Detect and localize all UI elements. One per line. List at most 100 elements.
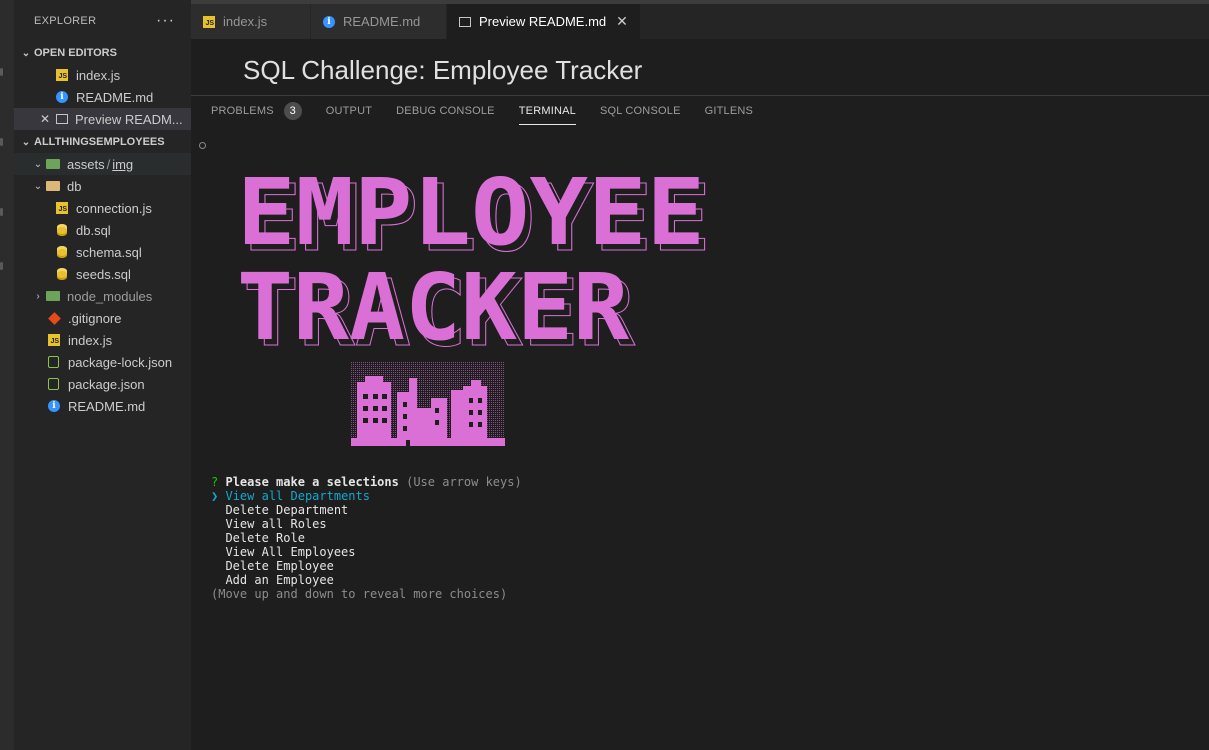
tab-readme[interactable]: i README.md [311,4,447,39]
tab-debug-console[interactable]: DEBUG CONSOLE [396,96,495,126]
tab-label: index.js [223,14,268,29]
tab-problems[interactable]: PROBLEMS 3 [211,96,302,126]
open-editor-label: index.js [76,67,121,83]
banner-line-1: EMPLOYEE [237,164,705,266]
tab-label: DEBUG CONSOLE [396,105,495,117]
bottom-panel: PROBLEMS 3 OUTPUT DEBUG CONSOLE TERMINAL… [191,95,1209,750]
problems-count-badge: 3 [283,102,302,120]
chevron-down-icon: ⌄ [33,180,43,192]
explorer-header: EXPLORER ··· [14,0,191,42]
tab-label: README.md [343,14,421,29]
file-label: package.json [68,376,145,392]
file-label: README.md [68,398,146,414]
selection-pointer: ❯ [211,489,219,503]
file-label: .gitignore [68,310,122,326]
open-editors-section[interactable]: ⌄ OPEN EDITORS [14,42,191,64]
close-icon[interactable]: ✕ [616,13,628,30]
chevron-down-icon: ⌄ [21,136,31,148]
file-index-js[interactable]: JS index.js [14,329,191,351]
database-icon [57,246,67,258]
tab-label: Preview README.md [479,14,607,29]
javascript-file-icon: JS [48,334,60,346]
editor-tabs: JS index.js i README.md Preview README.m… [191,4,1209,39]
info-file-icon: i [56,91,68,103]
file-package-json[interactable]: package.json [14,373,191,395]
javascript-file-icon: JS [56,69,68,81]
menu-choice[interactable]: Delete Role [225,531,304,545]
open-editor-label: Preview READM... [75,111,183,127]
open-editor-item-readme[interactable]: i README.md [14,86,191,108]
file-readme-md[interactable]: i README.md [14,395,191,417]
chevron-down-icon: ⌄ [33,158,43,170]
menu-footer-hint: (Move up and down to reveal more choices… [211,587,508,601]
file-db-sql[interactable]: db.sql [14,219,191,241]
file-schema-sql[interactable]: schema.sql [14,241,191,263]
tab-label: GITLENS [704,105,754,117]
tab-preview-readme[interactable]: Preview README.md ✕ [447,4,641,39]
info-file-icon: i [323,15,335,28]
file-label: index.js [68,332,113,348]
tab-output[interactable]: OUTPUT [326,96,372,126]
menu-choice[interactable]: View all Roles [225,517,326,531]
markdown-preview: SQL Challenge: Employee Tracker [191,39,1209,95]
project-heading: ALLTHINGSEMPLOYEES [34,136,165,148]
employee-tracker-banner: EMPLOYEE EMPLOYEE TRACKER TRACKER [237,164,712,354]
folder-db[interactable]: ⌄ db [14,175,191,197]
more-actions-icon[interactable]: ··· [156,12,175,30]
chevron-down-icon: ⌄ [21,47,31,59]
project-section[interactable]: ⌄ ALLTHINGSEMPLOYEES [14,131,191,153]
javascript-file-icon: JS [203,15,215,28]
open-editor-label: README.md [76,89,154,105]
folder-open-icon [46,159,60,169]
file-connection-js[interactable]: JS connection.js [14,197,191,219]
file-seeds-sql[interactable]: seeds.sql [14,263,191,285]
menu-choice[interactable]: Delete Department [225,503,348,517]
file-label: db.sql [76,222,111,238]
explorer-sidebar: EXPLORER ··· ⌄ OPEN EDITORS JS index.js … [14,0,191,750]
tab-terminal[interactable]: TERMINAL [518,96,577,126]
file-gitignore[interactable]: .gitignore [14,307,191,329]
database-icon [57,224,67,236]
tab-sql-console[interactable]: SQL CONSOLE [600,96,681,126]
info-file-icon: i [48,400,60,412]
chevron-right-icon: › [36,290,40,302]
database-icon [57,268,67,280]
git-icon [48,311,61,325]
prompt-hint: (Use arrow keys) [406,475,522,489]
activity-bar [0,0,14,750]
file-label: connection.js [76,200,152,216]
page-title: SQL Challenge: Employee Tracker [243,55,643,85]
file-label: schema.sql [76,244,142,260]
menu-choice[interactable]: Add an Employee [225,573,333,587]
close-icon[interactable]: ✕ [40,112,56,126]
tab-label: PROBLEMS [211,105,274,117]
tab-label: OUTPUT [325,105,373,117]
preview-icon [56,114,68,124]
explorer-title: EXPLORER [34,15,97,27]
file-package-lock-json[interactable]: package-lock.json [14,351,191,373]
node-json-icon [48,378,59,390]
folder-icon [46,291,60,301]
terminal-output[interactable]: ? Please make a selections (Use arrow ke… [211,475,522,601]
open-editor-item-preview[interactable]: ✕ Preview READM... [14,108,191,130]
menu-choice[interactable]: Delete Employee [225,559,333,573]
folder-assets[interactable]: ⌄ assets / img [14,153,191,175]
tab-label: SQL CONSOLE [599,105,681,117]
panel-tabs: PROBLEMS 3 OUTPUT DEBUG CONSOLE TERMINAL… [211,96,777,126]
terminal-status-circle-icon [199,142,206,149]
tab-label: TERMINAL [518,105,576,117]
folder-open-icon [46,181,60,191]
menu-choice[interactable]: View All Employees [225,545,355,559]
folder-node-modules[interactable]: › node_modules [14,285,191,307]
tab-index-js[interactable]: JS index.js [191,4,311,39]
subfolder-label: img [112,156,134,172]
open-editor-item-index-js[interactable]: JS index.js [14,64,191,86]
folder-label: db [67,178,82,194]
javascript-file-icon: JS [56,202,68,214]
city-skyline-icon [351,362,505,446]
open-editors-heading: OPEN EDITORS [34,47,117,59]
file-label: seeds.sql [76,266,131,282]
menu-choice-selected[interactable]: View all Departments [225,489,370,503]
tab-gitlens[interactable]: GITLENS [705,96,753,126]
preview-icon [459,16,471,27]
